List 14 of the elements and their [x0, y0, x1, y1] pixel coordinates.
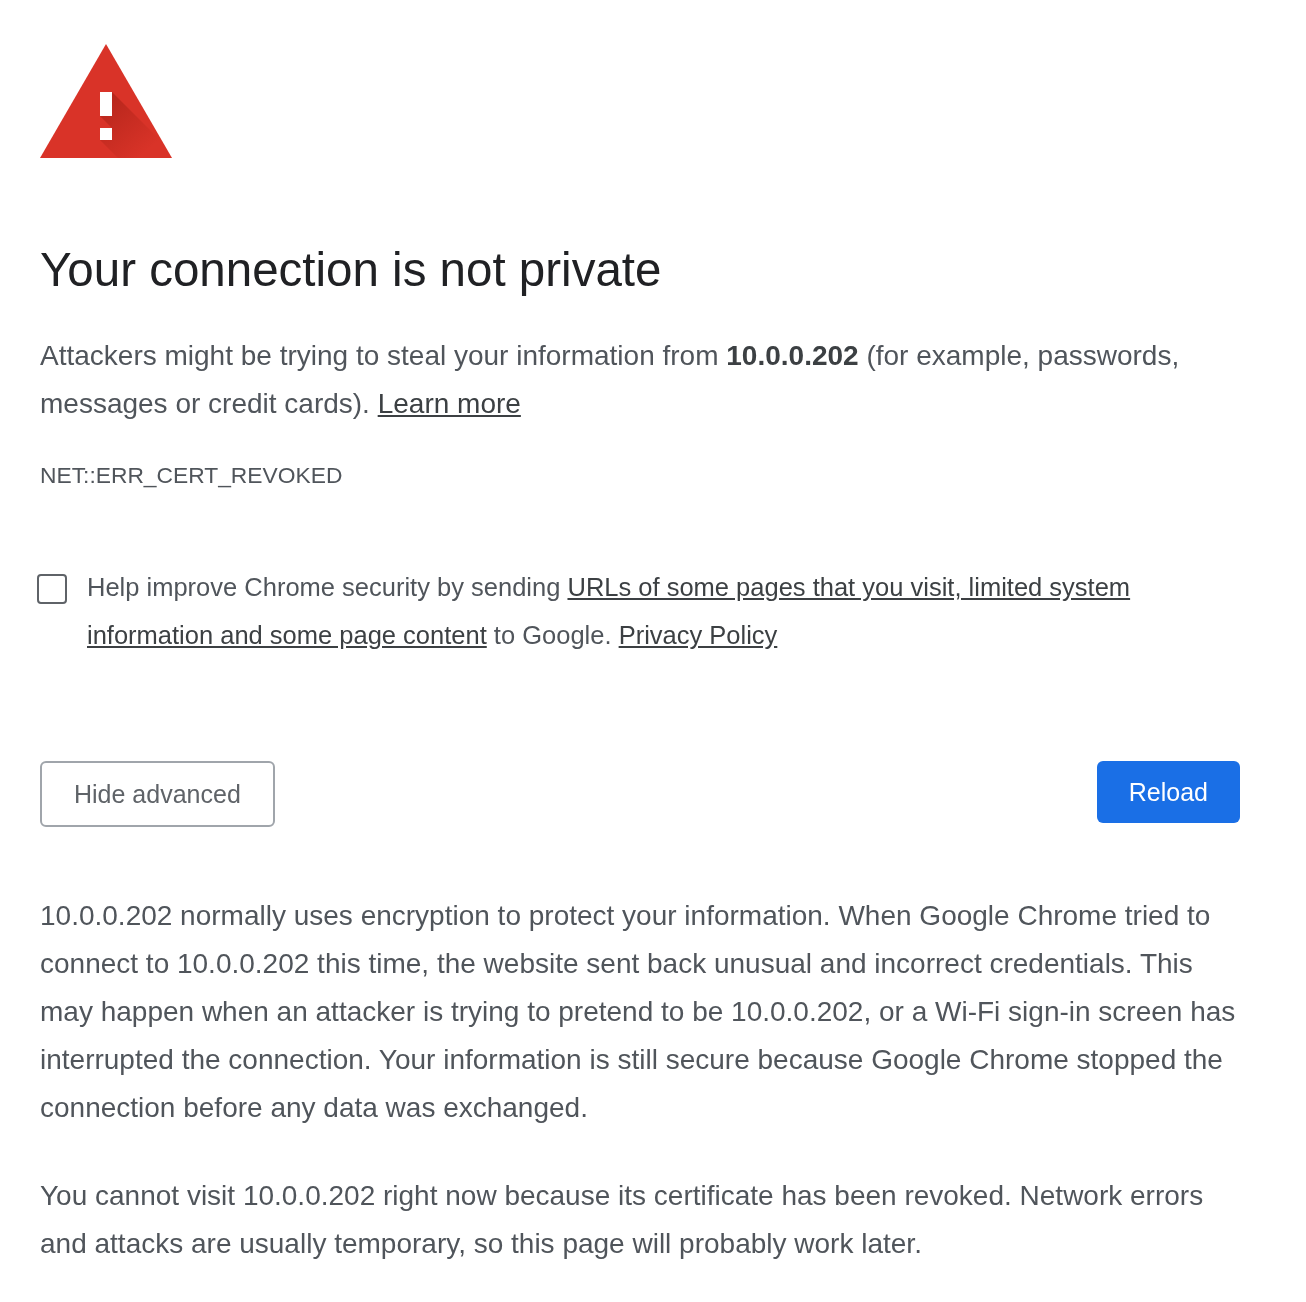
inline-link[interactable]: Privacy Policy [618, 621, 778, 649]
warning-icon [40, 44, 172, 158]
explanation-text: You cannot visit 10.0.0.202 right now because its certificate has been revoked. Network errors and attacks are usually temporary, so this page will probably work later. [40, 1179, 1205, 1261]
reload-button[interactable]: Reload [1096, 761, 1240, 823]
consent-text: Help improve Chrome security by sending URLs of some pages that you visit, limited system information and some page content to Google. Privacy Policy [87, 572, 1132, 651]
page-heading: Your connection is not private [40, 242, 662, 298]
explanation-text: 10.0.0.202 normally uses encryption to protect your information. When Google Chrome tried to connect to 10.0.0.202 this time, the website sent back unusual and incorrect credentials. This may happen when an attacker is trying to pretend to be 10.0.0.202, or a Wi-Fi sign-in screen has interrupted the connection. Your information is still secure because Google Chrome stopped the connection before any data was exchanged. [40, 899, 1237, 1125]
consent-checkbox[interactable] [37, 574, 67, 604]
error-code: NET::ERR_CERT_REVOKED [40, 461, 343, 490]
inline-link[interactable]: URLs of some pages that you visit, limited system [567, 573, 1131, 601]
advanced-toggle-button[interactable]: Hide advanced [40, 761, 275, 827]
learn-more-link[interactable]: Learn more [377, 388, 521, 419]
inline-link[interactable]: information and some page content [87, 621, 487, 649]
warning-message: Attackers might be trying to steal your information from 10.0.0.202 (for example, passwords, messages or credit cards). Learn more [40, 339, 1181, 421]
